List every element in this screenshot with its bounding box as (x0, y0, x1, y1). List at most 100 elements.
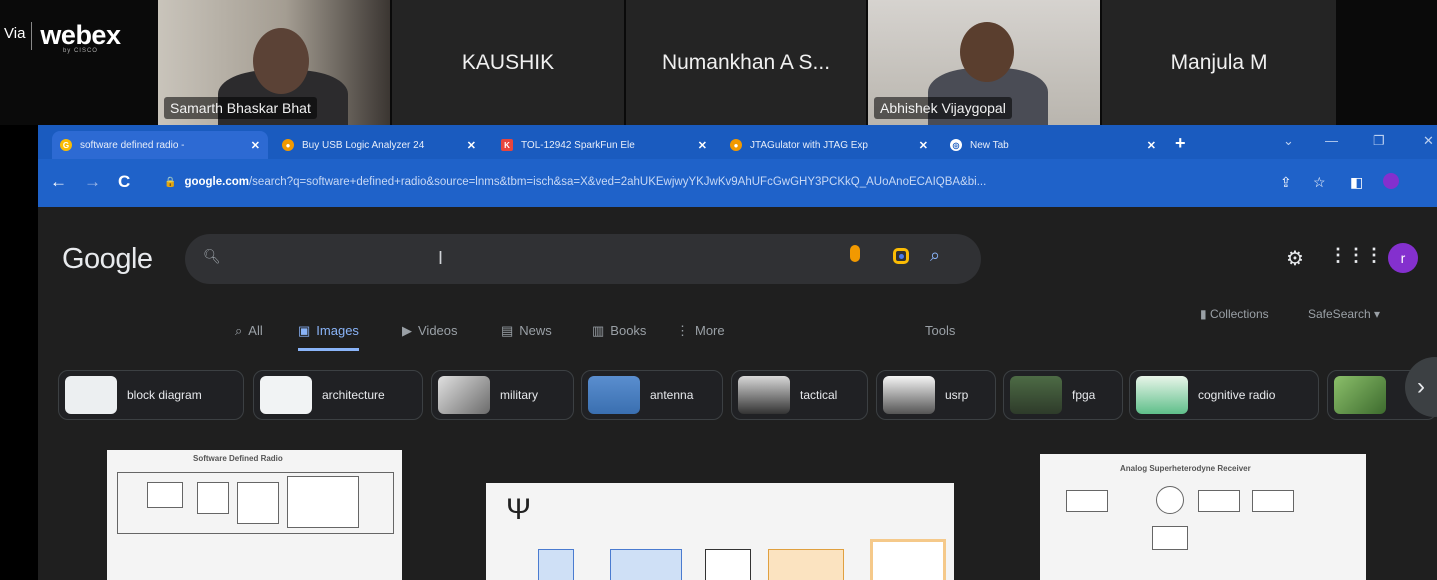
participant-tile-4[interactable]: Abhishek Vijaygopal (868, 0, 1100, 125)
store-icon: ● (282, 139, 294, 151)
close-window-icon[interactable]: ✕ (1423, 133, 1434, 149)
lens-icon[interactable] (893, 248, 909, 264)
tab-news[interactable]: ▤ News (501, 317, 552, 351)
search-icon: ⌕ (235, 323, 243, 338)
browser-tab[interactable]: ● Buy USB Logic Analyzer 24 ✕ (274, 131, 484, 159)
tab-title: Buy USB Logic Analyzer 24 (302, 139, 425, 151)
google-logo[interactable]: Google (62, 243, 153, 276)
tab-label: Videos (418, 323, 458, 338)
chip-block-diagram[interactable]: block diagram (58, 370, 244, 420)
close-icon[interactable]: ✕ (251, 139, 260, 152)
url-path: /search?q=software+defined+radio&source=… (248, 176, 987, 188)
browser-tab[interactable]: G software defined radio - ✕ (52, 131, 268, 159)
chip-thumbnail (1010, 376, 1062, 414)
url-host: google.com (184, 176, 249, 188)
participant-tile-2[interactable]: KAUSHIK (392, 0, 624, 125)
sidebar-icon[interactable]: ◧ (1350, 174, 1363, 191)
settings-gear-icon[interactable]: ⚙ (1286, 246, 1304, 271)
chip-thumbnail (588, 376, 640, 414)
chip-label: military (500, 388, 538, 402)
tab-more[interactable]: ⋮ More (676, 317, 725, 351)
image-result-2[interactable]: Ψ (486, 483, 954, 580)
tab-strip: G software defined radio - ✕ ● Buy USB L… (38, 125, 1437, 159)
search-box[interactable]: 🔍︎ I ⌕ (185, 234, 981, 284)
participant-name: Manjula M (1170, 50, 1268, 74)
diagram-block (1152, 526, 1188, 550)
chrome-icon: ◎ (950, 139, 962, 151)
reload-icon[interactable]: C (118, 172, 130, 192)
tab-search-icon[interactable]: ⌄ (1283, 133, 1294, 149)
safesearch-menu[interactable]: SafeSearch ▾ (1308, 307, 1380, 321)
chip-antenna[interactable]: antenna (581, 370, 723, 420)
chip-architecture[interactable]: architecture (253, 370, 423, 420)
close-icon[interactable]: ✕ (698, 139, 707, 152)
chip-label: antenna (650, 388, 694, 402)
sparkfun-icon: K (501, 139, 513, 151)
participant-name: Samarth Bhaskar Bhat (164, 97, 317, 119)
forward-icon[interactable]: → (84, 172, 101, 192)
diagram-block (237, 482, 279, 524)
tab-videos[interactable]: ▶ Videos (402, 317, 458, 351)
maximize-icon[interactable]: ❐ (1373, 133, 1385, 149)
search-input[interactable] (225, 244, 829, 276)
chip-thumbnail (65, 376, 117, 414)
tab-title: TOL-12942 SparkFun Ele (521, 139, 635, 151)
image-icon: ▣ (298, 323, 311, 338)
diagram-block (870, 539, 946, 580)
chip-thumbnail (1136, 376, 1188, 414)
browser-tab[interactable]: K TOL-12942 SparkFun Ele ✕ (493, 131, 715, 159)
diagram-block (147, 482, 183, 508)
tab-books[interactable]: ▥ Books (592, 317, 646, 351)
mixer-symbol (1156, 486, 1184, 514)
chip-label: tactical (800, 388, 838, 402)
microphone-icon[interactable] (850, 245, 860, 262)
chip-thumbnail (883, 376, 935, 414)
close-icon[interactable]: ✕ (919, 139, 928, 152)
collections-link[interactable]: ▮ Collections (1200, 307, 1269, 321)
apps-grid-icon[interactable]: ⋮⋮⋮ (1329, 245, 1383, 266)
search-submit-icon[interactable]: ⌕ (930, 245, 940, 266)
browser-tab[interactable]: ● JTAGulator with JTAG Exp ✕ (722, 131, 936, 159)
close-icon[interactable]: ✕ (1147, 139, 1156, 152)
browser-tab[interactable]: ◎ New Tab ✕ (942, 131, 1164, 159)
minimize-icon[interactable]: — (1325, 133, 1338, 148)
bookmark-star-icon[interactable]: ☆ (1313, 174, 1326, 191)
address-bar: ← → C 🔒 google.com /search?q=software+de… (38, 159, 1437, 207)
diagram-block (1066, 490, 1108, 512)
antenna-icon: Ψ (506, 493, 532, 526)
back-icon[interactable]: ← (50, 172, 67, 192)
tab-label: Images (316, 323, 359, 338)
tab-label: Books (610, 323, 647, 338)
chip-fpga[interactable]: fpga (1003, 370, 1123, 420)
profile-icon[interactable] (1383, 173, 1399, 189)
text-cursor-icon: I (438, 248, 444, 268)
diagram-block (768, 549, 844, 580)
news-icon: ▤ (501, 323, 514, 338)
book-icon: ▥ (592, 323, 605, 338)
chip-label: fpga (1072, 388, 1096, 402)
chip-tactical[interactable]: tactical (731, 370, 868, 420)
image-result-1[interactable]: Software Defined Radio (107, 450, 402, 580)
chip-usrp[interactable]: usrp (876, 370, 996, 420)
close-icon[interactable]: ✕ (467, 139, 476, 152)
video-icon: ▶ (402, 323, 412, 338)
chip-thumbnail (260, 376, 312, 414)
chip-military[interactable]: military (431, 370, 574, 420)
tools-button[interactable]: Tools (925, 323, 955, 338)
collections-label: Collections (1209, 307, 1269, 321)
url-field[interactable]: 🔒 google.com /search?q=software+defined+… (154, 169, 1304, 195)
image-result-3[interactable]: Analog Superheterodyne Receiver (1040, 454, 1366, 580)
participant-tile-1[interactable]: Samarth Bhaskar Bhat (158, 0, 390, 125)
tab-images[interactable]: ▣ Images (298, 317, 359, 351)
participant-tile-3[interactable]: Numankhan A S... (626, 0, 866, 125)
tab-all[interactable]: ⌕ All (235, 317, 263, 351)
new-tab-button[interactable]: + (1175, 133, 1186, 154)
more-icon: ⋮ (676, 323, 689, 338)
participant-tile-5[interactable]: Manjula M (1102, 0, 1336, 125)
browser-window: G software defined radio - ✕ ● Buy USB L… (38, 125, 1437, 580)
share-icon[interactable]: ⇪ (1280, 174, 1292, 191)
account-avatar[interactable]: r (1388, 243, 1418, 273)
chip-cognitive-radio[interactable]: cognitive radio (1129, 370, 1319, 420)
chip-thumbnail (738, 376, 790, 414)
lock-icon: 🔒 (164, 176, 177, 188)
